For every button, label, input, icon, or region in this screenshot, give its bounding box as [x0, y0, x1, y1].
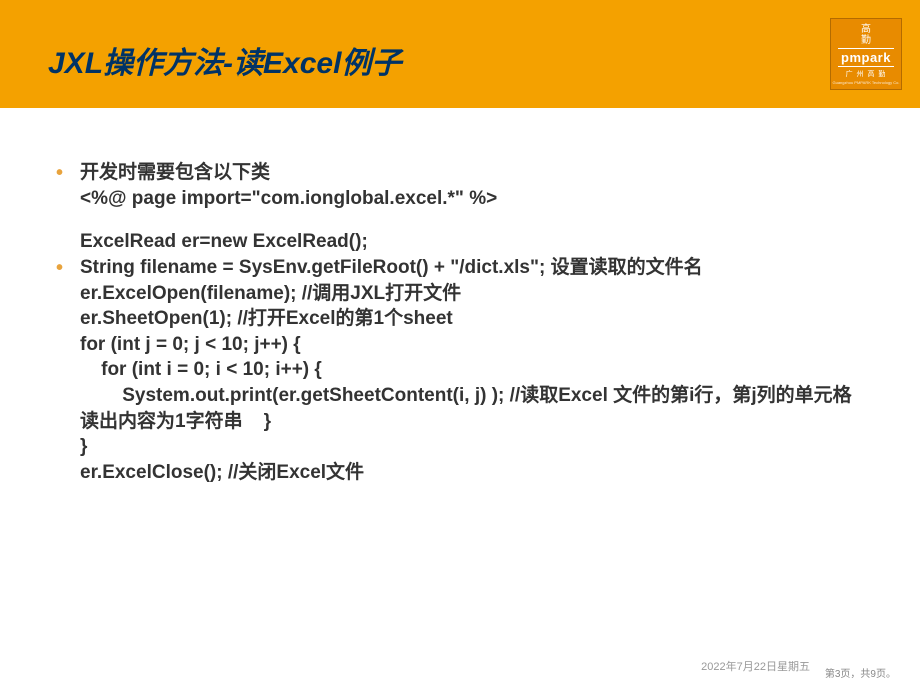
bullet-item: •开发时需要包含以下类<%@ page import="com.iongloba…	[56, 160, 876, 211]
logo-bot: 广 州 高 勤	[846, 69, 887, 79]
bullet-text: 开发时需要包含以下类<%@ page import="com.ionglobal…	[80, 160, 876, 211]
bullet-text: ExcelRead er=new ExcelRead();	[80, 229, 876, 255]
bullet-text: String filename = SysEnv.getFileRoot() +…	[80, 255, 876, 486]
logo-badge: 高勤 pmpark 广 州 高 勤 Guangzhou PMPARK Techn…	[830, 18, 902, 90]
logo-top: 高勤	[861, 24, 871, 46]
bullet-item: ExcelRead er=new ExcelRead();	[56, 229, 876, 255]
logo-tiny: Guangzhou PMPARK Technology Co.	[832, 80, 899, 85]
bullet-dot-icon: •	[56, 255, 80, 282]
footer-date: 2022年7月22日星期五	[701, 658, 810, 674]
footer-page: 第3页，共9页。	[825, 665, 896, 680]
bullet-item: •String filename = SysEnv.getFileRoot() …	[56, 255, 876, 486]
slide-header: JXL操作方法-读Excel例子 高勤 pmpark 广 州 高 勤 Guang…	[0, 0, 920, 108]
slide-body: •开发时需要包含以下类<%@ page import="com.iongloba…	[56, 160, 876, 486]
logo-mid: pmpark	[838, 48, 894, 67]
slide-title: JXL操作方法-读Excel例子	[48, 38, 401, 82]
bullet-dot-icon: •	[56, 160, 80, 187]
